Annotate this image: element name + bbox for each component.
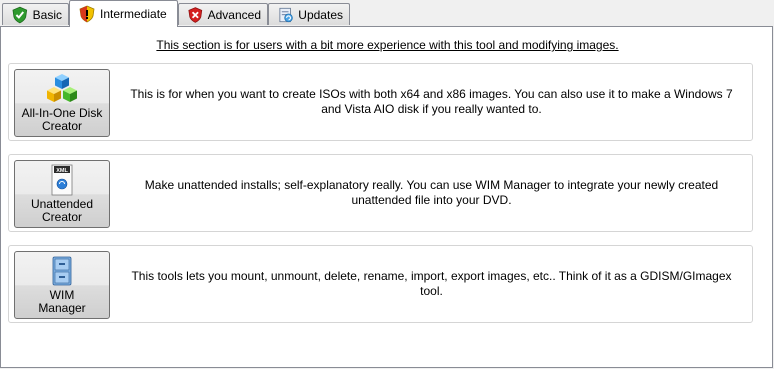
tab-advanced-label: Advanced xyxy=(207,7,261,22)
xml-file-icon-text: XML xyxy=(56,168,68,174)
aio-disk-creator-label: All-In-One Disk Creator xyxy=(21,106,103,133)
unattended-creator-group: XML Unattended Creator Make unattended i… xyxy=(8,154,753,232)
tab-updates[interactable]: Updates xyxy=(268,3,350,25)
tab-basic[interactable]: Basic xyxy=(2,3,69,25)
cubes-icon xyxy=(47,74,77,102)
unattended-creator-description: Make unattended installs; self-explanato… xyxy=(144,178,719,207)
unattended-creator-button[interactable]: XML Unattended Creator xyxy=(14,160,110,228)
wim-manager-label: WIM Manager xyxy=(38,288,86,315)
unattended-creator-label: Unattended Creator xyxy=(30,197,94,224)
intermediate-panel: This section is for users with a bit mor… xyxy=(0,26,773,368)
tab-intermediate[interactable]: Intermediate xyxy=(69,0,178,27)
shield-error-icon xyxy=(188,6,203,23)
tab-updates-label: Updates xyxy=(298,7,343,22)
section-header: This section is for users with a bit mor… xyxy=(156,38,619,52)
tab-intermediate-label: Intermediate xyxy=(100,7,167,21)
wim-manager-button[interactable]: WIM Manager xyxy=(14,251,110,319)
aio-disk-creator-group: All-In-One Disk Creator This is for when… xyxy=(8,63,753,141)
updates-icon xyxy=(279,7,293,22)
tab-basic-label: Basic xyxy=(32,7,62,22)
wim-manager-description: This tools lets you mount, unmount, dele… xyxy=(131,269,732,298)
wim-manager-group: WIM Manager This tools lets you mount, u… xyxy=(8,245,753,323)
cabinet-icon xyxy=(52,256,72,286)
shield-warning-icon xyxy=(79,5,95,23)
tab-strip: Basic Intermediate Advanced Updates xyxy=(0,0,774,27)
aio-disk-creator-description: This is for when you want to create ISOs… xyxy=(130,87,733,116)
aio-disk-creator-button[interactable]: All-In-One Disk Creator xyxy=(14,69,110,137)
tab-advanced[interactable]: Advanced xyxy=(178,3,268,25)
shield-check-icon xyxy=(12,6,28,23)
xml-file-icon: XML xyxy=(51,164,73,196)
